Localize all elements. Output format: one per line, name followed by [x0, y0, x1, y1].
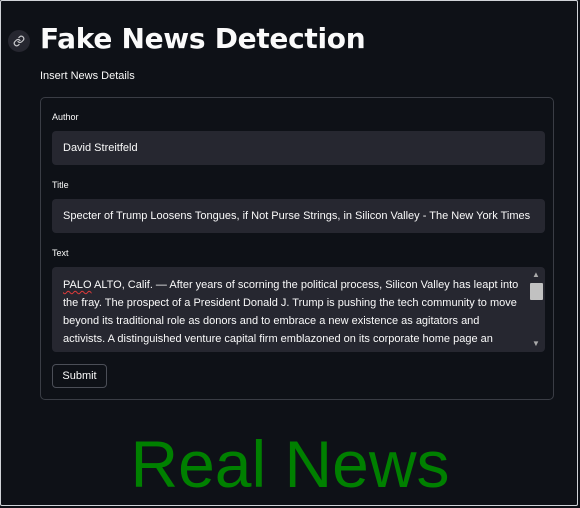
spellcheck-word: PALO	[63, 279, 92, 291]
title-input-value: Specter of Trump Loosens Tongues, if Not…	[63, 210, 531, 222]
scroll-down-icon[interactable]: ▼	[532, 339, 540, 349]
title-input[interactable]: Specter of Trump Loosens Tongues, if Not…	[52, 199, 545, 233]
prediction-result: Real News	[130, 427, 450, 501]
text-label: Text	[52, 248, 69, 258]
scroll-up-icon[interactable]: ▲	[532, 270, 540, 280]
text-area[interactable]: PALO ALTO, Calif. — After years of scorn…	[52, 267, 545, 352]
title-label: Title	[52, 180, 69, 190]
text-area-scrollbar[interactable]: ▲ ▼	[529, 268, 544, 351]
header-anchor-link[interactable]	[8, 30, 30, 52]
submit-button[interactable]: Submit	[52, 364, 107, 388]
text-area-value: ALTO, Calif. — After years of scorning t…	[63, 279, 519, 345]
author-input[interactable]: David Streitfeld	[52, 131, 545, 165]
scroll-thumb[interactable]	[530, 283, 543, 300]
form-subtitle: Insert News Details	[40, 70, 135, 82]
author-input-value: David Streitfeld	[63, 142, 138, 154]
link-icon	[13, 35, 25, 47]
author-label: Author	[52, 112, 79, 122]
page-title: Fake News Detection	[40, 22, 366, 55]
